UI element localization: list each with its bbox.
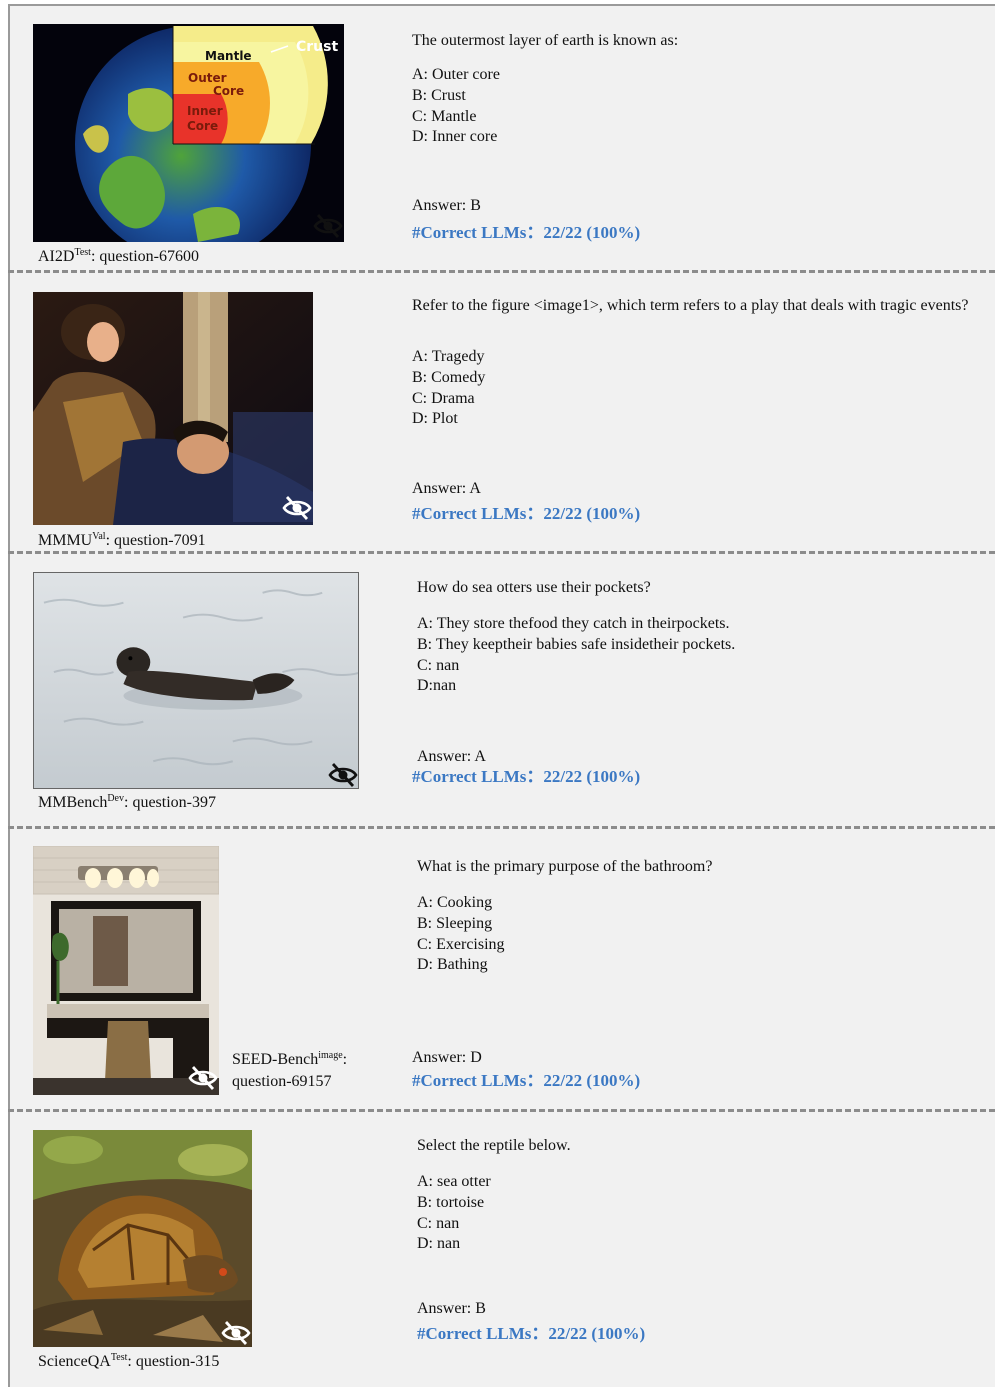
source-caption: SEED-Benchimage: question-69157	[232, 1050, 348, 1091]
core-label: Core	[213, 84, 244, 98]
tortoise-image	[33, 1130, 252, 1347]
option-c: C: nan	[417, 656, 460, 674]
option-a: A: Outer core	[412, 66, 500, 83]
eye-slash-icon	[188, 1063, 218, 1093]
option-b: B: Sleeping	[417, 914, 493, 932]
row-separator	[8, 1109, 995, 1112]
options-list: A: They store thefood they catch in thei…	[417, 614, 735, 697]
question-text: The outermost layer of earth is known as…	[412, 32, 679, 49]
earth-layers-image: Mantle Crust Outer Core Inner Core	[33, 24, 344, 242]
option-b: B: They keeptheir babies safe insidethei…	[417, 635, 736, 653]
answer-text: Answer: A	[417, 748, 486, 765]
correct-llms-text: #Correct LLMs：22/22 (100%)	[412, 504, 641, 523]
answer-text: Answer: A	[412, 480, 481, 497]
outer-label: Outer	[188, 71, 227, 85]
question-text: What is the primary purpose of the bathr…	[417, 858, 713, 875]
option-d: D: nan	[417, 1235, 461, 1253]
option-d: D:nan	[417, 677, 457, 695]
option-b: B: Comedy	[412, 368, 486, 386]
option-b: B: tortoise	[417, 1193, 485, 1211]
option-c: C: Mantle	[412, 107, 477, 125]
option-d: D: Inner core	[412, 128, 498, 146]
eye-slash-icon	[313, 211, 343, 241]
option-d: D: Plot	[412, 410, 458, 428]
eye-slash-icon	[221, 1318, 251, 1348]
row-separator	[8, 826, 995, 829]
source-caption: MMMUVal: question-7091	[38, 531, 206, 550]
crust-label: Crust	[296, 39, 338, 55]
mantle-label: Mantle	[205, 49, 252, 63]
option-c: C: nan	[417, 1214, 460, 1232]
inner-label: Inner	[187, 104, 223, 118]
core2-label: Core	[187, 119, 218, 133]
options-list: A: Tragedy B: Comedy C: Drama D: Plot	[412, 347, 485, 430]
correct-llms-text: #Correct LLMs：22/22 (100%)	[412, 223, 641, 242]
option-c: C: Drama	[412, 389, 475, 407]
tragedy-scene-image	[33, 292, 313, 525]
question-text: Select the reptile below.	[417, 1137, 571, 1154]
option-c: C: Exercising	[417, 935, 505, 953]
options-list: A: Outer core B: Crust C: Mantle D: Inne…	[412, 65, 500, 148]
question-text: How do sea otters use their pockets?	[417, 579, 651, 596]
option-d: D: Bathing	[417, 956, 488, 974]
answer-text: Answer: D	[412, 1049, 482, 1066]
correct-llms-text: #Correct LLMs：22/22 (100%)	[417, 1324, 646, 1343]
eye-slash-icon	[328, 760, 358, 790]
answer-text: Answer: B	[412, 197, 481, 214]
correct-llms-text: #Correct LLMs：22/22 (100%)	[412, 767, 641, 786]
bathroom-image	[33, 846, 219, 1095]
source-caption: ScienceQATest: question-315	[38, 1352, 220, 1371]
row-separator	[8, 551, 995, 554]
option-b: B: Crust	[412, 86, 466, 104]
correct-llms-text: #Correct LLMs：22/22 (100%)	[412, 1071, 641, 1090]
sea-otter-image	[33, 572, 359, 789]
options-list: A: Cooking B: Sleeping C: Exercising D: …	[417, 893, 505, 976]
eye-slash-icon	[282, 493, 312, 523]
answer-text: Answer: B	[417, 1300, 486, 1317]
option-a: A: They store thefood they catch in thei…	[417, 615, 730, 632]
row-separator	[8, 270, 995, 273]
options-list: A: sea otter B: tortoise C: nan D: nan	[417, 1172, 491, 1255]
question-text: Refer to the figure <image1>, which term…	[412, 297, 969, 314]
source-caption: AI2DTest: question-67600	[38, 247, 199, 266]
option-a: A: Tragedy	[412, 348, 485, 365]
option-a: A: Cooking	[417, 894, 493, 911]
source-caption: MMBenchDev: question-397	[38, 793, 216, 812]
option-a: A: sea otter	[417, 1173, 491, 1190]
